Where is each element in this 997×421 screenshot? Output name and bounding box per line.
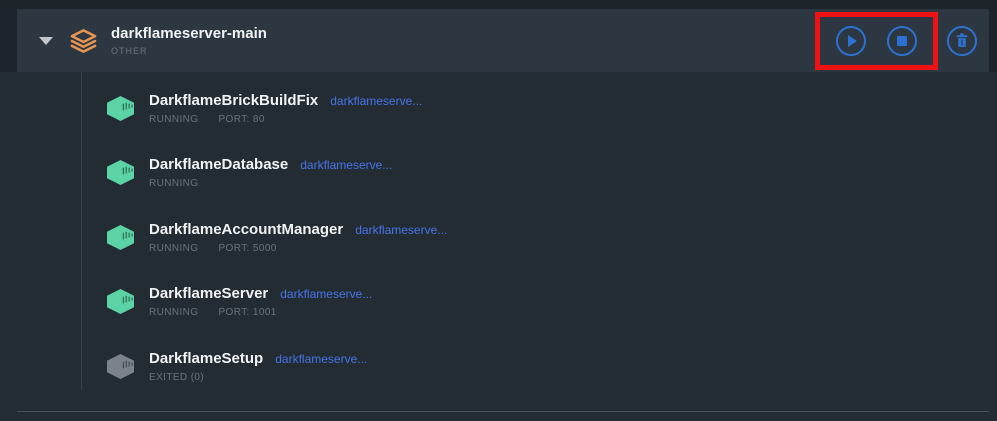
image-link[interactable]: darkflameserve...: [280, 287, 372, 301]
bottom-separator: [17, 411, 989, 412]
stack-actions: [815, 12, 977, 70]
container-cube-icon: [105, 353, 136, 380]
stack-header: darkflameserver-main OTHER: [17, 9, 989, 72]
start-button[interactable]: [836, 26, 866, 56]
container-row: DarkflameBrickBuildFix darkflameserve...…: [0, 76, 997, 141]
collapse-chevron-icon[interactable]: [39, 37, 53, 45]
container-cube-icon: [105, 95, 136, 122]
play-icon: [848, 35, 857, 47]
image-link[interactable]: darkflameserve...: [275, 352, 367, 366]
status-badge: RUNNING: [149, 243, 198, 254]
container-name: DarkflameServer: [149, 285, 268, 303]
image-link[interactable]: darkflameserve...: [330, 94, 422, 108]
container-row: DarkflameServer darkflameserve... RUNNIN…: [0, 270, 997, 335]
container-row: DarkflameDatabase darkflameserve... RUNN…: [0, 141, 997, 206]
stop-button[interactable]: [887, 26, 917, 56]
stack-title: darkflameserver-main: [111, 25, 815, 43]
stop-icon: [897, 36, 907, 46]
container-name: DarkflameAccountManager: [149, 221, 343, 239]
delete-button[interactable]: [947, 26, 977, 56]
container-name: DarkflameBrickBuildFix: [149, 92, 318, 110]
container-cube-icon: [105, 224, 136, 251]
container-list: DarkflameBrickBuildFix darkflameserve...…: [0, 76, 997, 399]
port-label: PORT: 80: [218, 114, 264, 125]
container-name: DarkflameSetup: [149, 350, 263, 368]
container-cube-icon: [105, 288, 136, 315]
container-name: DarkflameDatabase: [149, 156, 288, 174]
container-row: DarkflameAccountManager darkflameserve..…: [0, 205, 997, 270]
trash-icon: [955, 33, 969, 48]
stack-layers-icon: [70, 28, 97, 54]
port-label: PORT: 1001: [218, 307, 276, 318]
port-label: PORT: 5000: [218, 243, 276, 254]
status-badge: RUNNING: [149, 114, 198, 125]
status-badge: RUNNING: [149, 178, 198, 189]
status-badge: EXITED (0): [149, 372, 204, 383]
image-link[interactable]: darkflameserve...: [300, 158, 392, 172]
status-badge: RUNNING: [149, 307, 198, 318]
container-cube-icon: [105, 159, 136, 186]
annotation-highlight-rectangle: [815, 12, 938, 70]
stack-subtitle: OTHER: [111, 46, 815, 56]
image-link[interactable]: darkflameserve...: [355, 223, 447, 237]
container-row: DarkflameSetup darkflameserve... EXITED …: [0, 334, 997, 399]
